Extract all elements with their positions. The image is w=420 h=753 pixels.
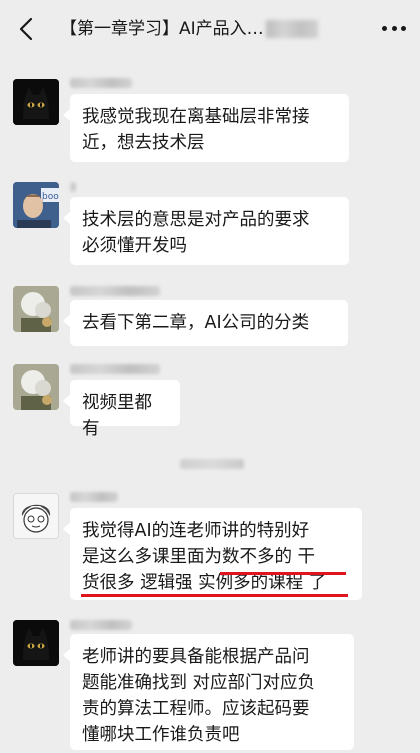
sender-name-redacted (70, 364, 160, 374)
svg-text:boo: boo (42, 192, 59, 202)
avatar[interactable]: boo (13, 182, 59, 228)
avatar[interactable] (13, 620, 59, 666)
message-bubble[interactable]: 技术层的意思是对产品的要求 必须懂开发吗 (63, 197, 349, 265)
sender-name-redacted (70, 78, 132, 88)
sender-name-redacted (70, 286, 160, 296)
avatar[interactable] (13, 286, 59, 332)
message-line: 懂哪块工作谁负责吧 (82, 725, 240, 745)
sender-name-redacted (70, 492, 118, 502)
message-line: 题能准确找到 对应部门对应负 (82, 673, 316, 693)
message-line: 必须懂开发吗 (82, 236, 187, 256)
more-button[interactable] (382, 22, 406, 34)
message-line: 我觉得AI的连老师讲的特别好 (82, 521, 310, 541)
message-line: 技术层的意思是对产品的要求 (82, 210, 310, 230)
red-underline (220, 572, 346, 575)
message-line: 是这么多课里面为数不多的 干 (82, 547, 316, 567)
flower-avatar (13, 364, 59, 410)
message-bubble[interactable]: 老师讲的要具备能根据产品问 题能准确找到 对应部门对应负 责的算法工程师。应该起… (63, 634, 354, 750)
message-bubble[interactable]: 去看下第二章，AI公司的分类 (63, 300, 348, 346)
message-line: 视频里都有 (82, 393, 152, 439)
message-line: 老师讲的要具备能根据产品问 (82, 647, 310, 667)
message-line: 去看下第二章，AI公司的分类 (82, 313, 310, 333)
back-button[interactable] (14, 17, 38, 41)
sender-name-redacted (70, 620, 132, 630)
title-redaction (265, 20, 318, 38)
message-bubble[interactable]: 我觉得AI的连老师讲的特别好 是这么多课里面为数不多的 干 货很多 逻辑强 实例… (63, 508, 362, 600)
avatar[interactable] (13, 364, 59, 410)
chevron-left-icon (19, 17, 33, 41)
flower-avatar (13, 286, 59, 332)
avatar[interactable] (13, 493, 59, 539)
message-bubble[interactable]: 我感觉我现在离基础层非常接 近，想去技术层 (63, 94, 349, 162)
chat-title-text: 【第一章学习】AI产品入… (60, 19, 264, 39)
message-line: 我感觉我现在离基础层非常接 (82, 107, 310, 127)
chat-title: 【第一章学习】AI产品入… (60, 16, 360, 42)
sender-name-redacted (70, 182, 76, 192)
black-cat-avatar (13, 620, 59, 666)
portrait-avatar: boo (13, 182, 59, 228)
message-line: 近，想去技术层 (82, 133, 205, 153)
avatar[interactable] (13, 79, 59, 125)
more-dots-icon (382, 25, 387, 31)
cartoon-avatar (14, 494, 58, 538)
red-underline (81, 594, 348, 597)
timestamp-redacted (180, 459, 244, 469)
message-bubble[interactable]: 视频里都有 (63, 380, 180, 439)
black-cat-avatar (13, 79, 59, 125)
chat-header: 【第一章学习】AI产品入… (0, 0, 420, 58)
message-line: 责的算法工程师。应该起码要 (82, 699, 310, 719)
